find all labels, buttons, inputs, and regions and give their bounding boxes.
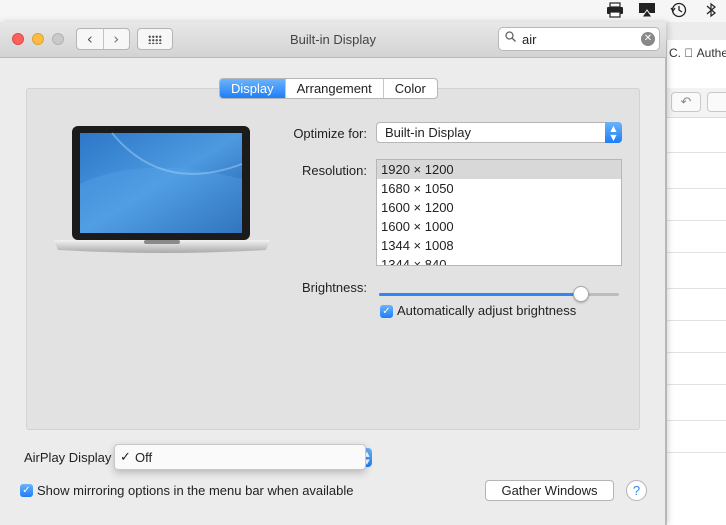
resolution-list[interactable]: 1920 × 1200 1680 × 1050 1600 × 1200 1600…	[376, 159, 622, 266]
background-window-toolbar: ↶	[667, 88, 726, 118]
list-divider	[667, 352, 726, 353]
resolution-option[interactable]: 1344 × 840	[377, 255, 621, 265]
background-window[interactable]: C.  Authe ↶	[666, 40, 726, 525]
optimize-for-value: Built-in Display	[385, 125, 471, 140]
optimize-for-popup[interactable]: Built-in Display ▲ ▼	[376, 122, 622, 143]
help-button[interactable]: ?	[626, 480, 647, 501]
resolution-option[interactable]: 1920 × 1200	[377, 160, 621, 179]
auto-brightness-label[interactable]: Automatically adjust brightness	[397, 303, 576, 318]
mirroring-label[interactable]: Show mirroring options in the menu bar w…	[37, 483, 354, 498]
resolution-option[interactable]: 1600 × 1000	[377, 217, 621, 236]
menu-bar	[0, 0, 726, 22]
printer-icon[interactable]	[606, 2, 624, 18]
airplay-option-off[interactable]: Off	[135, 450, 152, 465]
gather-windows-button[interactable]: Gather Windows	[485, 480, 614, 501]
search-field[interactable]: air ✕	[498, 27, 660, 51]
laptop-illustration	[54, 126, 270, 253]
background-window-title: C.  Authe	[669, 46, 726, 60]
resolution-label: Resolution:	[301, 163, 367, 178]
time-machine-icon[interactable]	[670, 2, 688, 18]
mirroring-checkbox[interactable]: ✓	[20, 484, 33, 497]
list-divider	[667, 252, 726, 253]
tab-display[interactable]: Display	[220, 79, 286, 98]
resolution-option[interactable]: 1680 × 1050	[377, 179, 621, 198]
clear-search-icon[interactable]: ✕	[641, 32, 655, 46]
optimize-for-label: Optimize for:	[293, 126, 367, 141]
airplay-display-label: AirPlay Display	[24, 450, 112, 465]
brightness-slider[interactable]	[379, 286, 619, 302]
checkmark-icon: ✓	[120, 450, 131, 465]
resolution-option[interactable]: 1344 × 1008	[377, 236, 621, 255]
tab-color[interactable]: Color	[384, 79, 437, 98]
airplay-icon[interactable]	[638, 2, 656, 18]
list-divider	[667, 220, 726, 221]
list-divider	[667, 288, 726, 289]
resolution-option[interactable]: 1600 × 1200	[377, 198, 621, 217]
slider-knob[interactable]	[572, 286, 589, 302]
tab-bar: Display Arrangement Color	[219, 78, 438, 99]
list-divider	[667, 420, 726, 421]
tab-arrangement[interactable]: Arrangement	[286, 79, 384, 98]
chevron-updown-icon: ▲ ▼	[605, 122, 622, 143]
list-divider	[667, 152, 726, 153]
list-divider	[667, 452, 726, 453]
search-icon	[505, 31, 516, 45]
display-preferences-window: ‹ › Built-in Display air ✕ Display Arran…	[0, 22, 666, 525]
bluetooth-icon[interactable]	[702, 2, 720, 18]
title-bar: ‹ › Built-in Display air ✕	[0, 22, 666, 58]
brightness-label: Brightness:	[301, 280, 367, 295]
reply-icon[interactable]: ↶	[671, 92, 701, 112]
attachment-icon[interactable]	[707, 92, 726, 112]
auto-brightness-checkbox[interactable]: ✓	[380, 305, 393, 318]
list-divider	[667, 384, 726, 385]
slider-fill	[379, 293, 581, 296]
list-divider	[667, 188, 726, 189]
airplay-display-menu[interactable]: ✓ Off	[114, 444, 366, 470]
search-input[interactable]: air	[522, 32, 536, 47]
list-divider	[667, 320, 726, 321]
